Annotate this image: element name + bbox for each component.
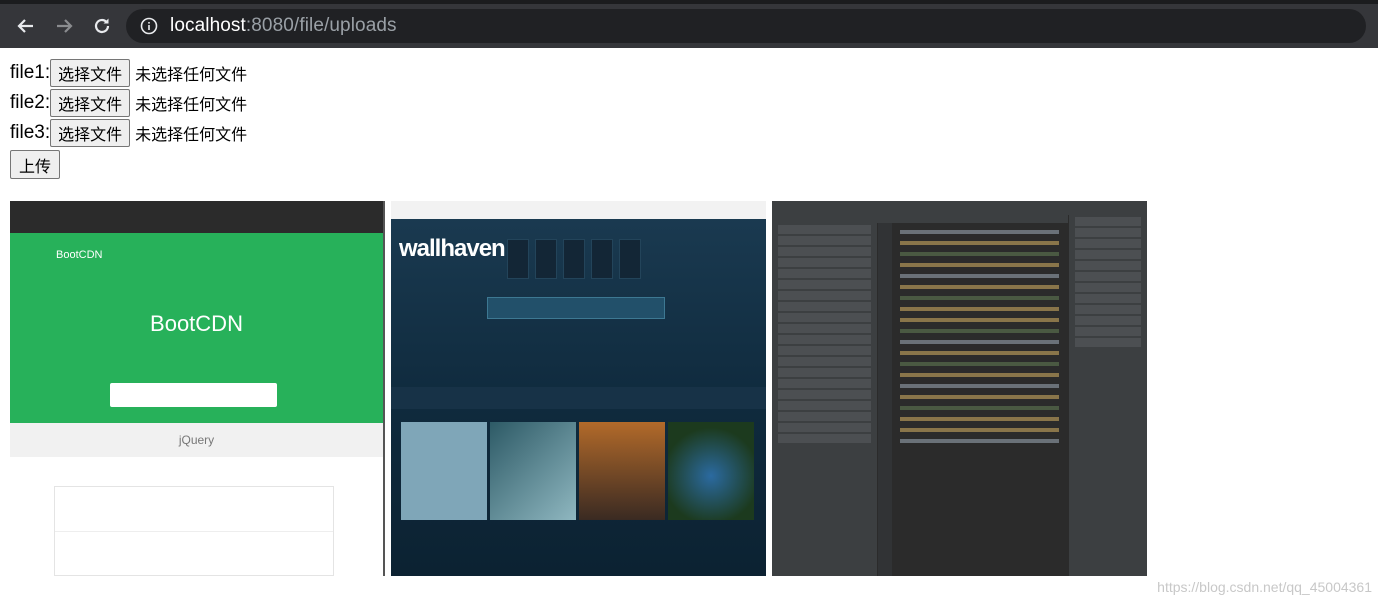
browser-toolbar: localhost:8080/file/uploads [0, 4, 1378, 48]
file-label-2: file2: [10, 92, 51, 113]
file-label-3: file3: [10, 122, 51, 143]
upload-button[interactable]: 上传 [10, 150, 61, 179]
thumb-code-editor [892, 223, 1067, 576]
file-status-3: 未选择任何文件 [135, 125, 248, 144]
arrow-left-icon [17, 19, 33, 33]
thumb-logo: wallhaven [399, 235, 506, 262]
thumb-announcement-bar [391, 387, 766, 409]
upload-form: file1: 选择文件 未选择任何文件 file2: 选择文件 未选择任何文件 … [10, 58, 247, 179]
thumb-result-row [55, 487, 333, 532]
thumb-wallpaper [668, 422, 754, 520]
thumb-wallpaper [401, 422, 487, 520]
back-button[interactable] [10, 10, 42, 42]
thumb-result-card [54, 486, 334, 576]
thumb-wallpaper [490, 422, 576, 520]
file-row-1: file1: 选择文件 未选择任何文件 [10, 58, 247, 88]
thumb-wallpaper [579, 422, 665, 520]
ide-screenshot [772, 201, 1147, 576]
uploaded-images: BootCDN BootCDN jQuery wallhaven [10, 201, 1147, 576]
url-text[interactable]: localhost:8080/file/uploads [170, 15, 397, 37]
choose-file-button-1[interactable]: 选择文件 [50, 59, 131, 87]
watermark: https://blog.csdn.net/qq_45004361 [1157, 579, 1372, 595]
arrow-right-icon [57, 19, 73, 33]
info-icon[interactable] [140, 17, 158, 35]
forward-button[interactable] [48, 10, 80, 42]
bootcdn-screenshot: BootCDN BootCDN jQuery [10, 201, 385, 576]
thumb-search-box [110, 383, 277, 407]
choose-file-button-2[interactable]: 选择文件 [50, 89, 131, 117]
file-status-1: 未选择任何文件 [135, 65, 248, 84]
url-path: :8080/file/uploads [245, 15, 397, 36]
thumb-nav-icons [507, 239, 641, 279]
thumb-browser-bar [391, 201, 766, 219]
thumb-logo-text: jQuery [178, 433, 215, 447]
thumb-browser-bar [10, 201, 383, 233]
thumb-search-box [487, 297, 665, 319]
thumb-brand: BootCDN [56, 249, 103, 261]
url-host: localhost [170, 15, 246, 36]
reload-button[interactable] [86, 10, 118, 42]
file-row-3: file3: 选择文件 未选择任何文件 [10, 118, 247, 148]
file-row-2: file2: 选择文件 未选择任何文件 [10, 88, 247, 118]
thumb-wallpaper-grid [401, 422, 754, 520]
choose-file-button-3[interactable]: 选择文件 [50, 119, 131, 147]
thumb-heading: BootCDN [150, 311, 243, 336]
thumb-project-tree [772, 223, 878, 576]
file-label-1: file1: [10, 62, 51, 83]
address-bar[interactable]: localhost:8080/file/uploads [126, 9, 1366, 43]
thumb-gutter [878, 223, 892, 576]
file-status-2: 未选择任何文件 [135, 95, 248, 114]
wallhaven-screenshot: wallhaven [391, 201, 766, 576]
thumb-hero: BootCDN BootCDN [10, 233, 383, 423]
thumb-result-row [55, 532, 333, 576]
reload-icon [94, 18, 110, 34]
thumb-maven-panel [1068, 215, 1147, 576]
thumb-logo-strip: jQuery [10, 423, 383, 457]
